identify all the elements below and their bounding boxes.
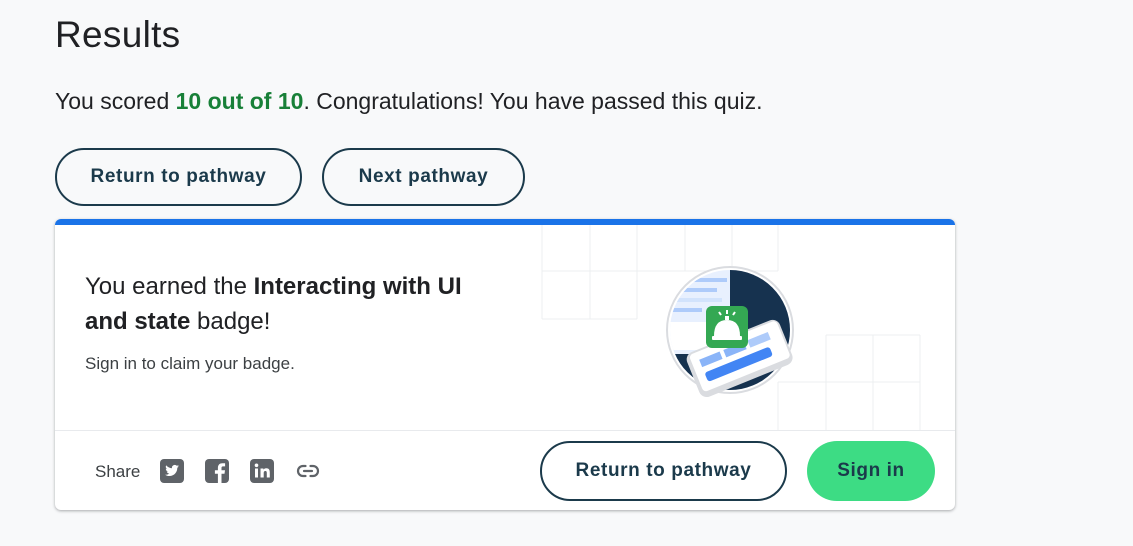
score-prefix: You scored <box>55 88 176 114</box>
next-pathway-button[interactable]: Next pathway <box>322 148 525 206</box>
facebook-icon[interactable] <box>204 458 230 484</box>
card-accent-bar <box>55 219 955 225</box>
score-message: You scored 10 out of 10. Congratulations… <box>55 88 763 115</box>
badge-heading-suffix: badge! <box>190 308 271 335</box>
quiz-results-page: Results You scored 10 out of 10. Congrat… <box>0 0 1133 546</box>
claim-badge-text: Sign in to claim your badge. <box>85 354 295 373</box>
linkedin-icon[interactable] <box>249 458 275 484</box>
return-to-pathway-button[interactable]: Return to pathway <box>55 148 302 206</box>
return-to-pathway-footer-button[interactable]: Return to pathway <box>540 441 787 501</box>
badge-earned-heading: You earned the Interacting with UI and s… <box>85 269 505 339</box>
badge-heading-prefix: You earned the <box>85 273 254 300</box>
score-value: 10 out of 10 <box>175 88 304 114</box>
share-label: Share <box>95 462 141 481</box>
score-suffix: . Congratulations! You have passed this … <box>303 88 763 114</box>
badge-card: You earned the Interacting with UI and s… <box>55 219 955 510</box>
twitter-icon[interactable] <box>159 458 185 484</box>
link-icon[interactable] <box>295 458 321 484</box>
sign-in-button[interactable]: Sign in <box>807 441 935 501</box>
page-title: Results <box>55 14 181 55</box>
card-footer: Share Return to pathway Sign in <box>55 430 955 510</box>
service-bell-badge-icon <box>666 266 794 398</box>
